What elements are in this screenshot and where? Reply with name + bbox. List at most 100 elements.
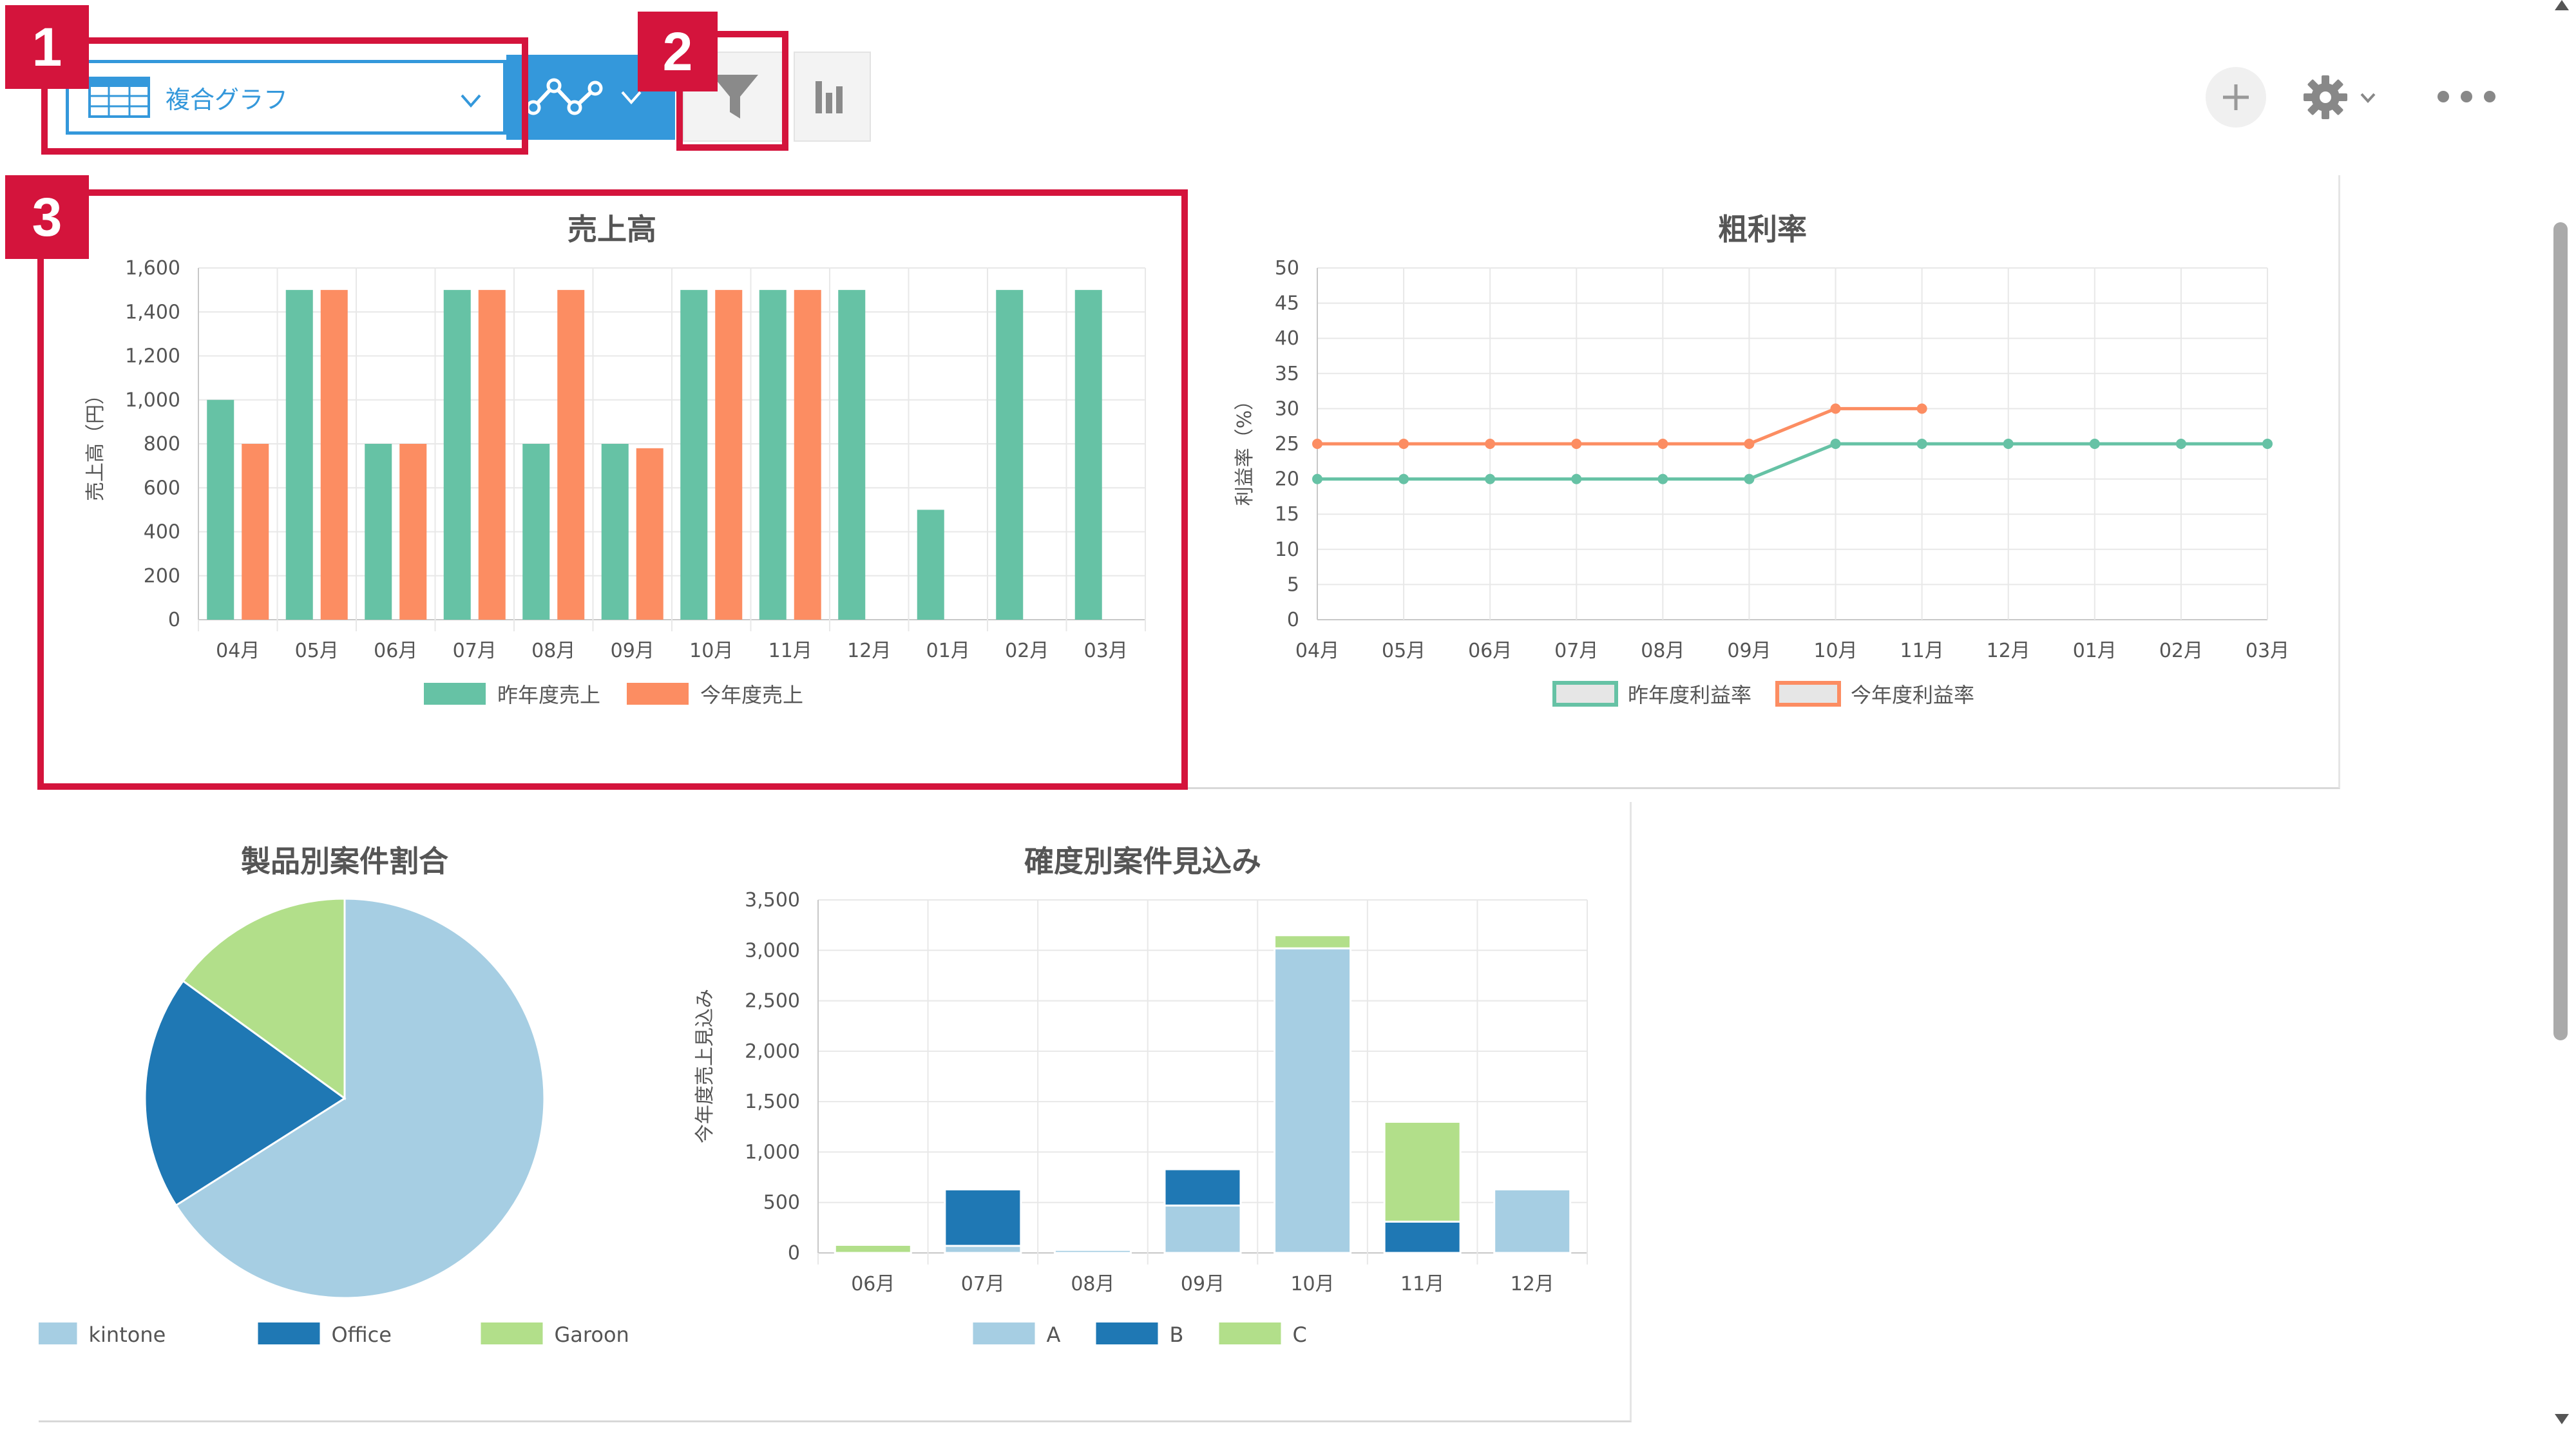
series-line (1317, 442, 2267, 481)
x-tick-label: 11月 (1400, 1273, 1444, 1295)
x-tick-label: 09月 (1181, 1273, 1225, 1295)
x-tick-label: 02月 (2159, 640, 2203, 662)
bar-segment (1383, 1120, 1462, 1223)
legend-swatch (1552, 681, 1618, 707)
data-point (1485, 439, 1496, 449)
legend-swatch (1775, 681, 1841, 707)
y-tick-label: 50 (1275, 257, 1299, 280)
bar-segment (834, 1243, 912, 1254)
data-point (1398, 439, 1409, 449)
legend-label: C (1293, 1322, 1307, 1347)
data-point (2262, 439, 2273, 449)
y-tick-label: 20 (1275, 468, 1299, 491)
settings-button[interactable] (2302, 67, 2399, 128)
data-point (1312, 473, 1322, 484)
x-tick-label: 10月 (1813, 640, 1857, 662)
y-tick-label: 40 (1275, 327, 1299, 350)
chart-title: 粗利率 (1718, 212, 1807, 247)
legend-swatch (481, 1322, 543, 1344)
x-tick-label: 05月 (1382, 640, 1426, 662)
y-tick-label: 15 (1275, 503, 1299, 526)
y-tick-label: 3,000 (745, 939, 800, 962)
data-point (1744, 439, 1755, 449)
scroll-down-icon[interactable] (2555, 1414, 2569, 1424)
data-point (1571, 439, 1582, 449)
legend-label: 昨年度利益率 (1628, 683, 1751, 707)
y-tick-label: 500 (763, 1192, 800, 1214)
y-tick-label: 3,500 (745, 889, 800, 912)
x-tick-label: 03月 (2246, 640, 2289, 662)
callout-badge-2: 2 (638, 12, 718, 91)
bar-segment (1053, 1248, 1132, 1254)
legend-label: Garoon (555, 1322, 629, 1347)
x-tick-label: 06月 (1468, 640, 1512, 662)
data-point (1657, 439, 1668, 449)
legend-swatch (15, 1322, 77, 1344)
x-tick-label: 07月 (1554, 640, 1598, 662)
data-point (1830, 403, 1841, 414)
y-axis-label: 今年度売上見込み (694, 989, 716, 1143)
chart-title: 製品別案件割合 (241, 844, 448, 879)
y-tick-label: 5 (1287, 573, 1299, 596)
bar-segment (1383, 1220, 1462, 1254)
bar-segment (944, 1188, 1022, 1247)
callout-badge-3: 3 (5, 175, 89, 259)
y-tick-label: 25 (1275, 433, 1299, 455)
data-point (2003, 439, 2014, 449)
y-tick-label: 1,500 (745, 1091, 800, 1113)
bar-chart-icon (816, 81, 843, 113)
y-tick-label: 1,000 (745, 1141, 800, 1163)
legend-swatch (258, 1322, 320, 1344)
data-point (1571, 473, 1582, 484)
data-point (1657, 473, 1668, 484)
data-point (1830, 439, 1841, 449)
legend-label: Office (332, 1322, 392, 1347)
y-tick-label: 45 (1275, 292, 1299, 315)
x-tick-label: 04月 (1295, 640, 1339, 662)
plus-icon (2223, 84, 2249, 110)
bar-segment (1163, 1168, 1242, 1207)
x-tick-label: 08月 (1071, 1273, 1114, 1295)
x-tick-label: 11月 (1900, 640, 1944, 662)
legend-label: B (1170, 1322, 1184, 1347)
scrollbar[interactable] (2550, 0, 2576, 1432)
forecast-chart: 確度別案件見込み今年度売上見込み 0 500 1,000 1,500 2,000 2,500… (694, 844, 1588, 1347)
data-point (1744, 473, 1755, 484)
add-button[interactable] (2206, 67, 2266, 128)
legend-swatch (1219, 1322, 1281, 1344)
line-chart-icon (526, 78, 603, 115)
x-tick-label: 08月 (1641, 640, 1684, 662)
more-icon[interactable] (2438, 77, 2495, 116)
data-point (1916, 403, 1927, 414)
chart-title: 確度別案件見込み (1024, 844, 1261, 879)
y-tick-label: 35 (1275, 363, 1299, 385)
y-tick-label: 0 (1287, 609, 1299, 631)
legend-label: A (1047, 1322, 1061, 1347)
y-tick-label: 0 (788, 1242, 800, 1265)
legend-swatch (1096, 1322, 1158, 1344)
x-tick-label: 07月 (961, 1273, 1005, 1295)
product-chart: 製品別案件割合 kintone Office Garoon (15, 844, 629, 1347)
scroll-thumb[interactable] (2553, 222, 2568, 1040)
chevron-down-icon (2360, 93, 2376, 103)
panel-product: 製品別案件割合 kintone Office Garoon (15, 802, 659, 1422)
y-tick-label: 2,500 (745, 990, 800, 1013)
bar-segment (1274, 934, 1352, 950)
panel-forecast: 確度別案件見込み今年度売上見込み 0 500 1,000 1,500 2,000 2,500… (657, 802, 1632, 1422)
bar-segment (1274, 947, 1352, 1254)
x-tick-label: 12月 (1511, 1273, 1554, 1295)
x-tick-label: 01月 (2073, 640, 2117, 662)
scroll-up-icon[interactable] (2555, 0, 2569, 10)
y-tick-label: 2,000 (745, 1040, 800, 1063)
bar-segment (944, 1245, 1022, 1254)
gear-icon (2304, 75, 2347, 119)
y-tick-label: 10 (1275, 539, 1299, 561)
x-tick-label: 12月 (1987, 640, 2030, 662)
graph-button[interactable] (794, 52, 871, 142)
data-point (2089, 439, 2100, 449)
margin-chart: 粗利率利益率（%） 0 5 10 15 20 25 30 35 40 45 50 04月 05月 06月 07… (1234, 212, 2289, 707)
x-tick-label: 06月 (851, 1273, 895, 1295)
bar-segment (1493, 1188, 1572, 1254)
panel-margin: 粗利率 利益率（%） 0 5 10 15 20 25 30 35 40 45 50 04月 05月 06月 07… (1205, 175, 2340, 789)
y-tick-label: 30 (1275, 397, 1299, 420)
